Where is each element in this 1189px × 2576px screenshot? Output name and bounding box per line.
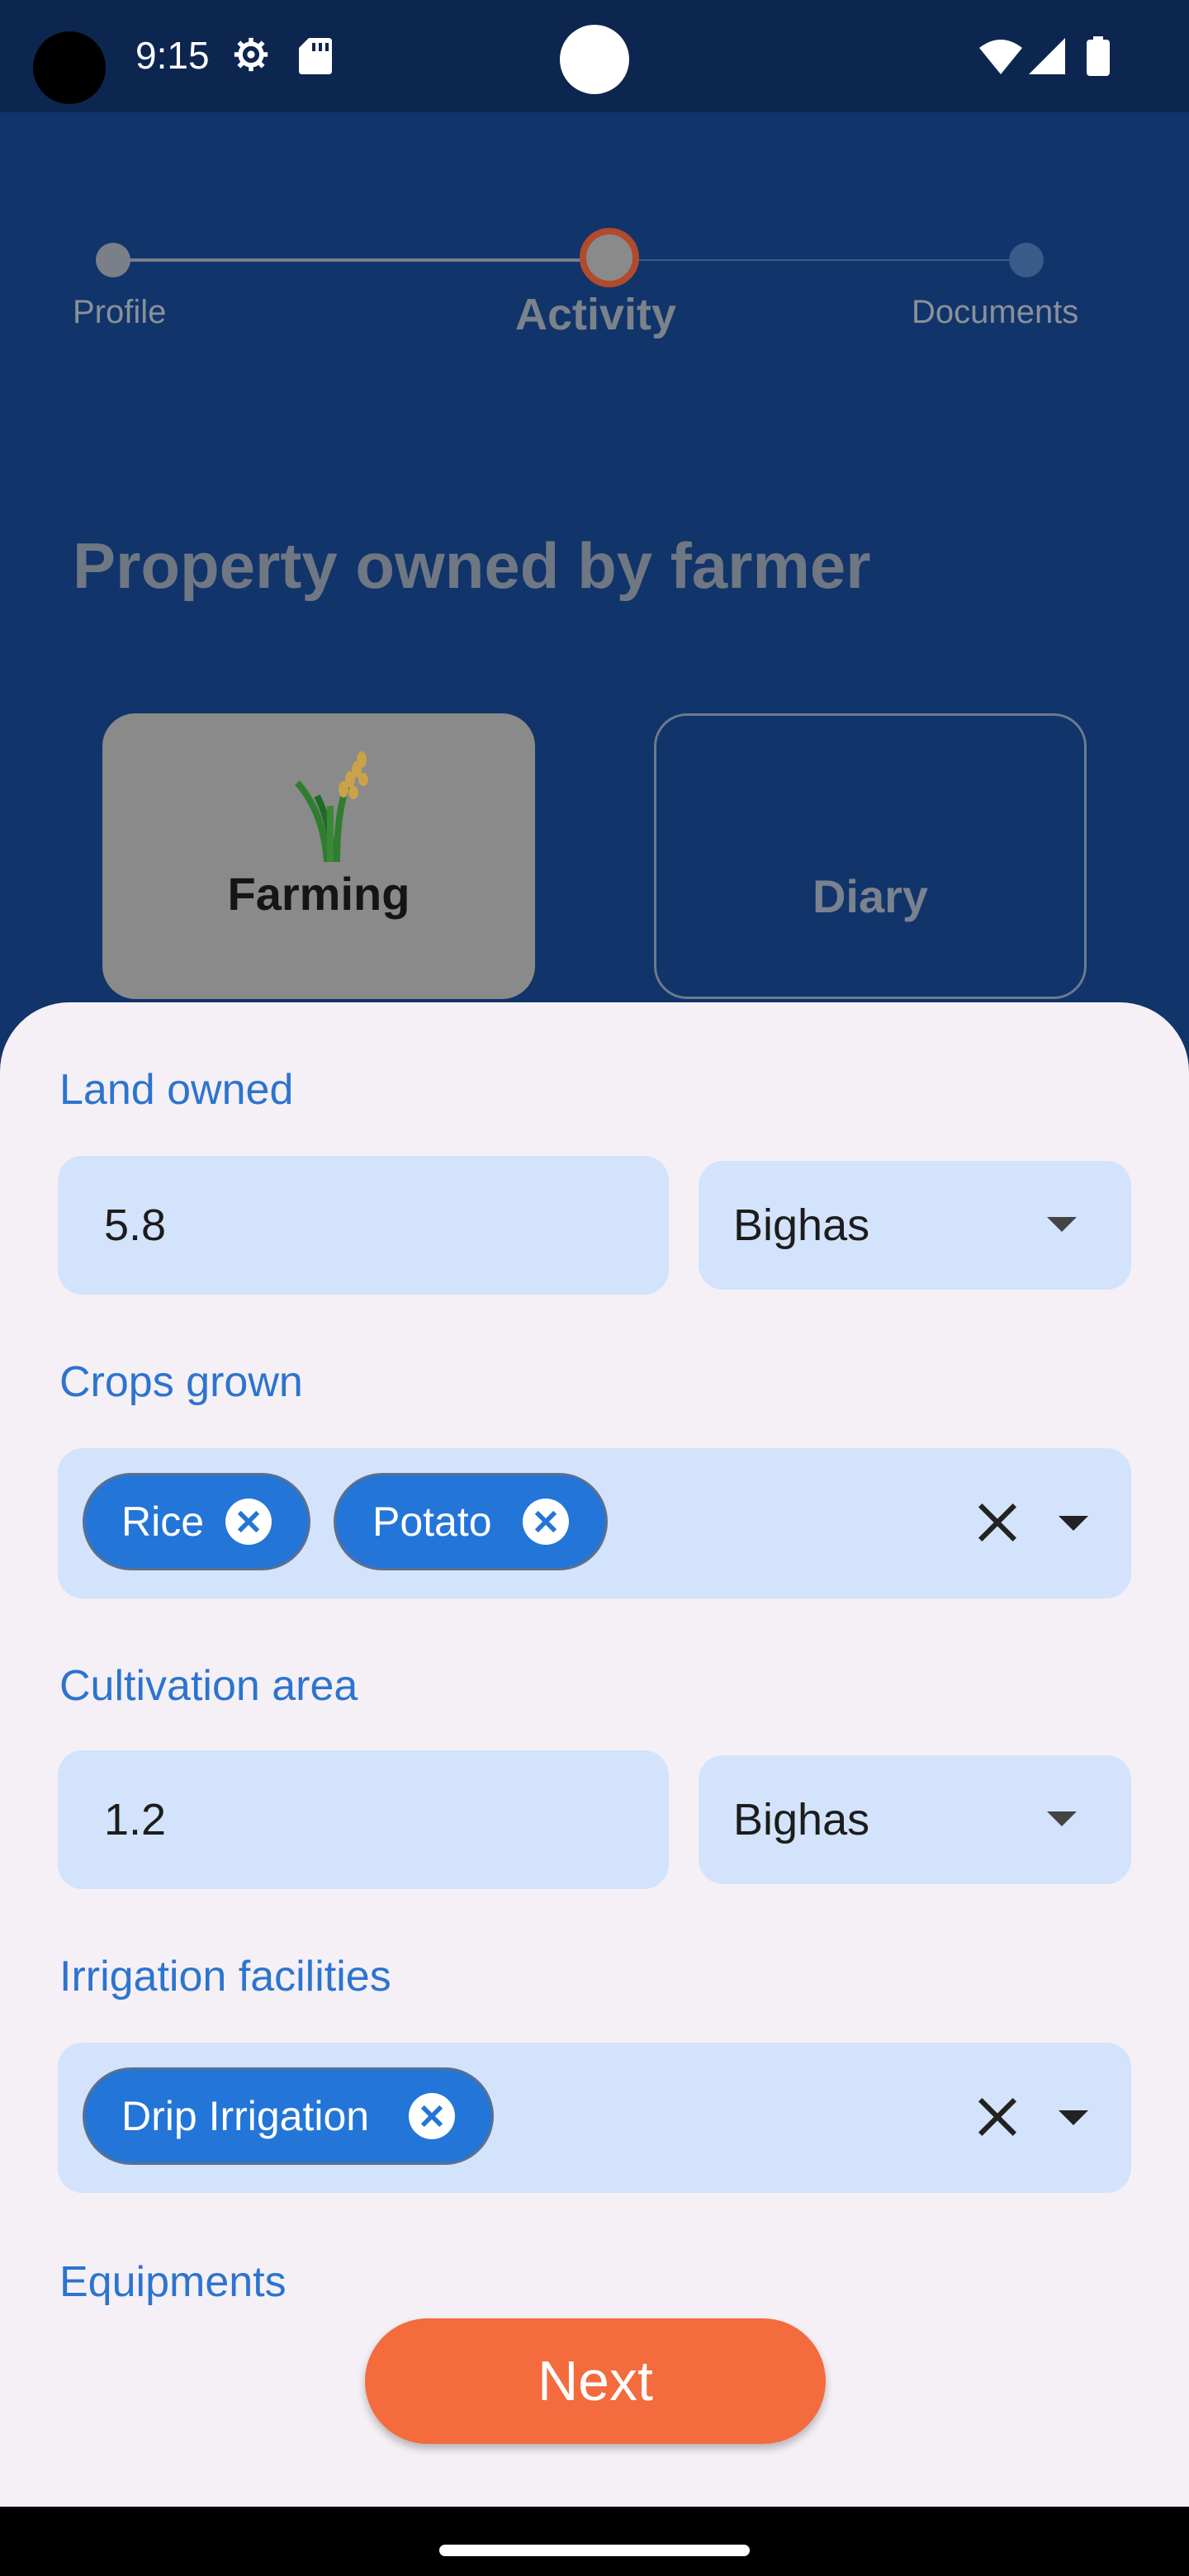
- stepper-line-completed: [112, 258, 613, 262]
- next-button[interactable]: Next: [365, 2318, 826, 2444]
- wheat-icon: [294, 751, 368, 862]
- settings-icon: [234, 37, 268, 72]
- cultivation-area-unit-select[interactable]: Bighas: [699, 1755, 1131, 1884]
- progress-stepper: Profile Activity Documents: [0, 112, 1189, 360]
- step-dot-profile[interactable]: [96, 243, 130, 277]
- farming-card[interactable]: Farming: [102, 713, 535, 999]
- chevron-down-icon[interactable]: [1059, 1516, 1088, 1531]
- chevron-down-icon[interactable]: [1059, 2110, 1088, 2125]
- crops-grown-label: Crops grown: [59, 1358, 303, 1406]
- irrigation-multiselect[interactable]: Drip Irrigation: [58, 2043, 1131, 2193]
- status-bar: 9:15: [0, 0, 1189, 112]
- home-gesture-handle[interactable]: [439, 2545, 750, 2556]
- sd-card-icon: [299, 38, 332, 74]
- step-label-profile[interactable]: Profile: [73, 294, 166, 331]
- page-title: Property owned by farmer: [73, 529, 871, 602]
- diary-label: Diary: [812, 870, 929, 922]
- wifi-icon: [979, 40, 1022, 74]
- step-dot-documents[interactable]: [1009, 243, 1044, 277]
- equipments-label: Equipments: [59, 2258, 287, 2306]
- chip-label: Rice: [121, 1499, 205, 1545]
- farming-label: Farming: [227, 868, 410, 920]
- chevron-down-icon: [1047, 1217, 1077, 1232]
- chip-drip-irrigation[interactable]: Drip Irrigation: [83, 2067, 494, 2165]
- chip-rice[interactable]: Rice: [83, 1473, 310, 1570]
- irrigation-label: Irrigation facilities: [59, 1953, 391, 2001]
- land-owned-unit-value: Bighas: [733, 1200, 870, 1250]
- diary-card[interactable]: Diary: [654, 713, 1087, 999]
- camera-cutout: [33, 31, 106, 104]
- chevron-down-icon: [1047, 1811, 1077, 1826]
- remove-chip-icon[interactable]: [409, 2093, 455, 2139]
- navigation-bar: [0, 2507, 1189, 2576]
- remove-chip-icon[interactable]: [523, 1499, 569, 1545]
- signal-icon: [1029, 38, 1065, 74]
- step-label-documents[interactable]: Documents: [912, 294, 1078, 331]
- stepper-line-pending: [613, 259, 1029, 261]
- land-owned-label: Land owned: [59, 1066, 294, 1114]
- step-dot-activity[interactable]: [580, 228, 639, 287]
- chip-label: Potato: [372, 1499, 492, 1545]
- front-camera: [560, 25, 629, 94]
- land-owned-unit-select[interactable]: Bighas: [699, 1161, 1131, 1290]
- clear-all-icon[interactable]: [976, 2095, 1019, 2138]
- status-time: 9:15: [135, 34, 210, 77]
- cultivation-area-label: Cultivation area: [59, 1662, 358, 1710]
- cultivation-area-input[interactable]: 1.2: [58, 1750, 669, 1889]
- chip-label: Drip Irrigation: [121, 2093, 370, 2139]
- battery-icon: [1087, 36, 1110, 76]
- clear-all-icon[interactable]: [976, 1501, 1019, 1544]
- land-owned-input[interactable]: 5.8: [58, 1156, 669, 1295]
- remove-chip-icon[interactable]: [225, 1499, 272, 1545]
- chip-potato[interactable]: Potato: [334, 1473, 608, 1570]
- crops-grown-multiselect[interactable]: Rice Potato: [58, 1448, 1131, 1598]
- step-label-activity[interactable]: Activity: [515, 289, 676, 340]
- cultivation-area-unit-value: Bighas: [733, 1795, 870, 1844]
